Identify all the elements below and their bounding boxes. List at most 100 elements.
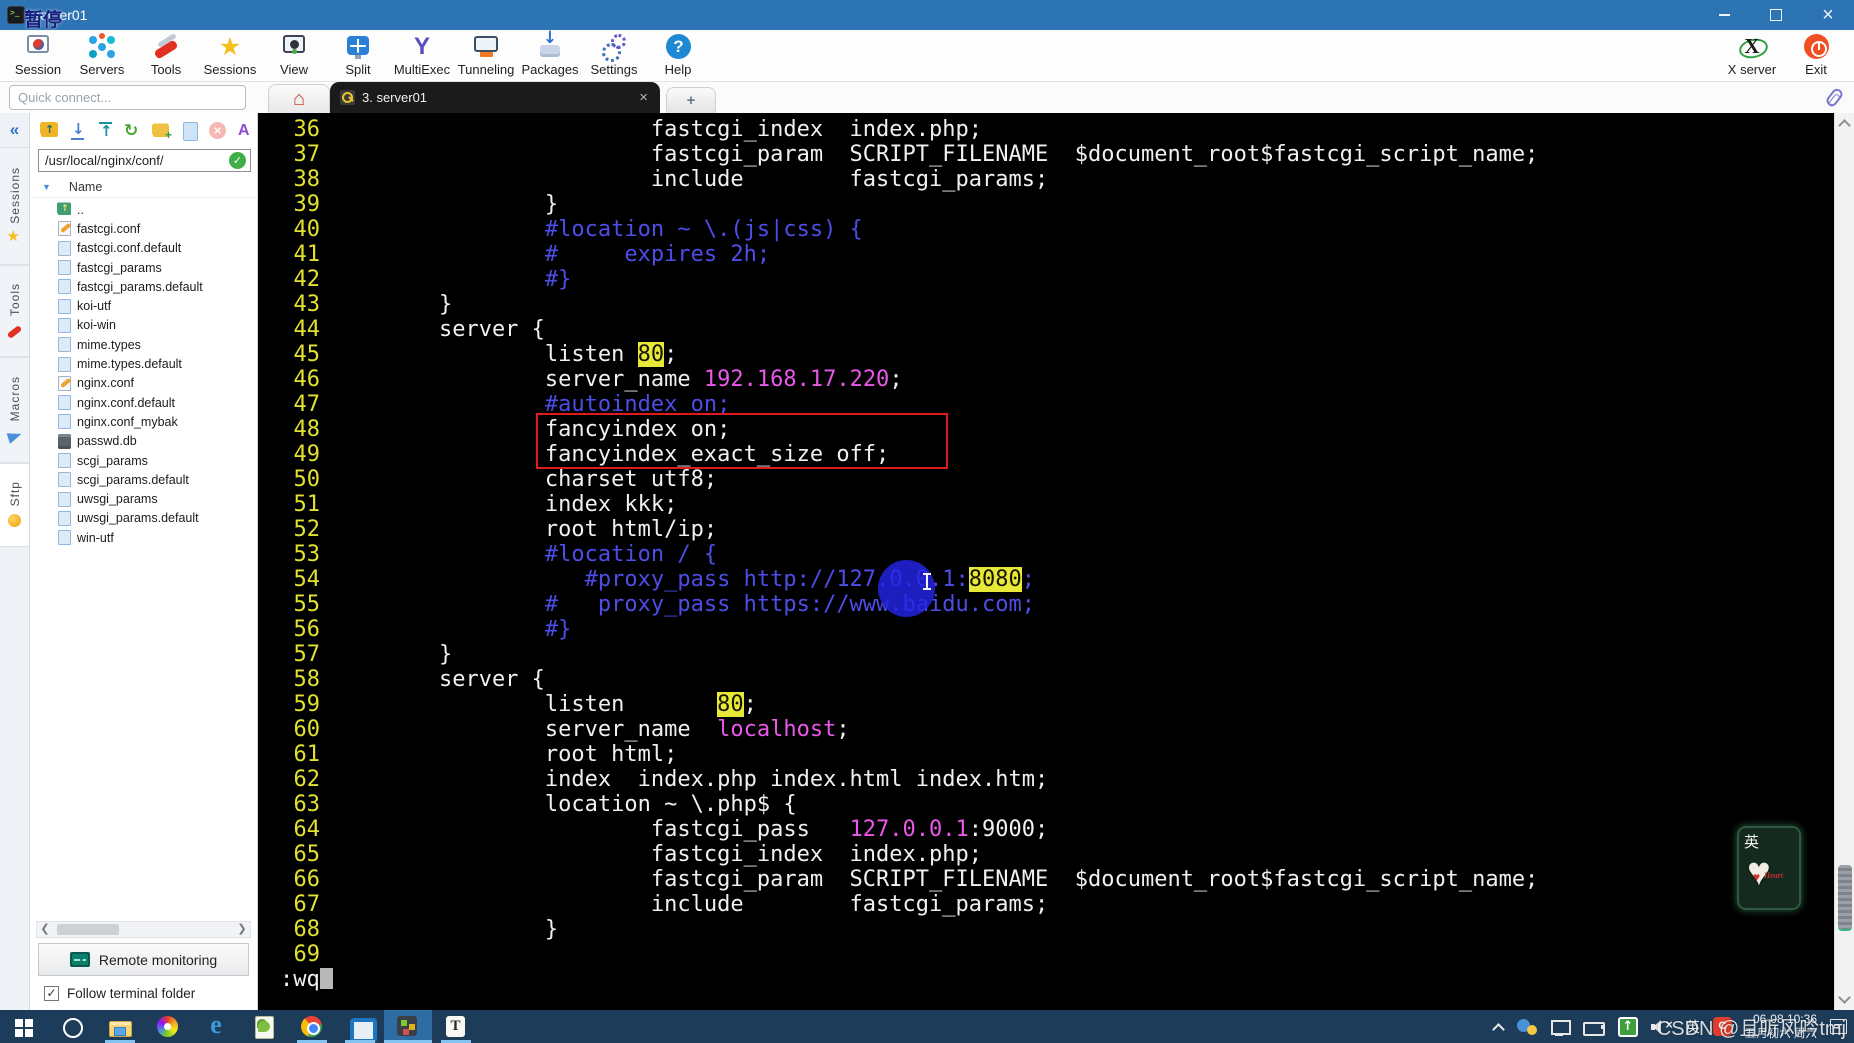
file-name: mime.types	[77, 337, 141, 352]
toolbar-button-packages[interactable]: Packages	[518, 30, 582, 81]
sub-bar: 3. server01 × +	[0, 82, 1854, 113]
file-item[interactable]: fastcgi.conf.default	[30, 239, 257, 258]
taskbar-app-moba[interactable]	[384, 1010, 432, 1043]
file-item[interactable]: koi-utf	[30, 296, 257, 315]
scrollbar-thumb[interactable]	[57, 924, 119, 935]
taskbar-app-edge[interactable]	[192, 1010, 240, 1043]
delete-icon[interactable]	[208, 121, 228, 141]
toolbar-button-tunneling[interactable]: Tunneling	[454, 30, 518, 81]
file-item[interactable]: fastcgi_params	[30, 258, 257, 277]
terminal-view[interactable]: 36 fastcgi_index index.php; 37 fastcgi_pa…	[258, 113, 1834, 1010]
home-tab[interactable]	[268, 84, 330, 113]
new-tab-button[interactable]: +	[666, 87, 716, 113]
ibeam-cursor	[923, 573, 931, 590]
file-item[interactable]: fastcgi.conf	[30, 219, 257, 238]
taskbar-app-typora[interactable]	[432, 1010, 480, 1043]
taskbar-app-vmware[interactable]	[336, 1010, 384, 1043]
battery-tray-icon[interactable]	[1582, 1020, 1605, 1036]
terminal-scrollbar[interactable]	[1834, 113, 1854, 1010]
toolbar-button-exit[interactable]: Exit	[1784, 30, 1848, 81]
line-number: 45	[293, 342, 321, 367]
maximize-button[interactable]	[1750, 0, 1802, 30]
terminal-line: 55 # proxy_pass https://www.baidu.com;	[280, 592, 1834, 617]
file-item[interactable]: nginx.conf.default	[30, 393, 257, 412]
scrollbar-thumb[interactable]	[1838, 865, 1852, 929]
toolbar-button-xserver[interactable]: X server	[1720, 30, 1784, 81]
refresh-icon[interactable]	[124, 121, 144, 141]
line-number: 62	[293, 767, 321, 792]
file-item[interactable]: ..	[30, 200, 257, 219]
chrome-icon	[300, 1015, 324, 1039]
file-item[interactable]: koi-win	[30, 316, 257, 335]
remote-monitoring-label: Remote monitoring	[98, 951, 218, 968]
title-bar[interactable]: server01	[0, 0, 1854, 30]
attachments-icon[interactable]	[1824, 86, 1845, 109]
taskbar-app-explorer[interactable]	[96, 1010, 144, 1043]
toolbar-button-sessions[interactable]: Sessions	[198, 30, 262, 81]
sidebar-tab-macros[interactable]: Macros	[0, 357, 29, 463]
line-number: 39	[293, 192, 321, 217]
upload-icon[interactable]	[96, 121, 116, 141]
toolbar-button-session[interactable]: Session	[6, 30, 70, 81]
fonts-icon[interactable]	[236, 121, 256, 141]
mini-heart-icon: ♥	[1753, 870, 1761, 884]
file-name: nginx.conf_mybak	[77, 414, 178, 429]
path-ok-icon[interactable]	[229, 152, 246, 169]
column-name-header[interactable]: Name	[69, 180, 102, 194]
taskbar-app-colorwheel[interactable]	[144, 1010, 192, 1043]
file-item[interactable]: uwsgi_params	[30, 489, 257, 508]
terminal-line: 63 location ~ \.php$ {	[280, 792, 1834, 817]
taskbar-app-start[interactable]	[0, 1010, 48, 1043]
close-button[interactable]	[1802, 0, 1854, 30]
horizontal-scrollbar[interactable]: ❮ ❯	[36, 921, 251, 938]
scroll-down-arrow[interactable]	[1838, 991, 1851, 1004]
file-item[interactable]: win-utf	[30, 528, 257, 547]
toolbar-button-servers[interactable]: Servers	[70, 30, 134, 81]
taskbar-app-cortana[interactable]	[48, 1010, 96, 1043]
sidebar-tab-sftp[interactable]: Sftp	[0, 463, 29, 547]
file-item[interactable]: passwd.db	[30, 432, 257, 451]
taskbar-app-npp[interactable]	[240, 1010, 288, 1043]
toolbar-button-help[interactable]: Help	[646, 30, 710, 81]
toolbar-button-tools[interactable]: Tools	[134, 30, 198, 81]
scroll-up-arrow[interactable]	[1838, 119, 1851, 132]
taskbar-app-chrome[interactable]	[288, 1010, 336, 1043]
file-item[interactable]: fastcgi_params.default	[30, 277, 257, 296]
file-item[interactable]: mime.types.default	[30, 354, 257, 373]
update-tray-icon[interactable]	[1617, 1016, 1638, 1037]
file-item[interactable]: nginx.conf_mybak	[30, 412, 257, 431]
messaging-tray-icon[interactable]	[1516, 1018, 1537, 1035]
sidebar-tab-tools[interactable]: Tools	[0, 265, 29, 357]
scroll-left-arrow[interactable]: ❮	[37, 922, 53, 937]
toolbar-button-settings[interactable]: Settings	[582, 30, 646, 81]
tray-expand-icon[interactable]	[1492, 1021, 1504, 1033]
new-folder-icon[interactable]	[152, 121, 172, 141]
folder-up-icon[interactable]	[40, 121, 60, 141]
remote-monitoring-button[interactable]: Remote monitoring	[38, 943, 249, 976]
toolbar-button-view[interactable]: View	[262, 30, 326, 81]
collapse-sidebar-button[interactable]: «	[0, 113, 29, 147]
file-edited-icon	[58, 375, 71, 391]
toolbar-label: Packages	[521, 62, 579, 77]
follow-terminal-folder-checkbox[interactable]	[44, 985, 59, 1001]
sidebar-tab-sessions[interactable]: Sessions	[0, 147, 29, 265]
sidebar-tab-label: Macros	[7, 376, 22, 422]
toolbar-button-multiexec[interactable]: MultiExec	[390, 30, 454, 81]
tab-close-icon[interactable]: ×	[579, 89, 648, 106]
minimize-button[interactable]	[1698, 0, 1750, 30]
download-icon[interactable]	[68, 121, 88, 141]
quick-connect-input[interactable]	[9, 85, 246, 110]
file-item[interactable]: mime.types	[30, 335, 257, 354]
tab-server01[interactable]: 3. server01 ×	[330, 82, 660, 113]
sort-arrow-icon[interactable]: ▼	[42, 182, 51, 192]
new-file-icon[interactable]	[180, 121, 200, 141]
file-item[interactable]: scgi_params	[30, 451, 257, 470]
path-input[interactable]	[38, 149, 251, 172]
display-tray-icon[interactable]	[1550, 1019, 1571, 1036]
file-item[interactable]: scgi_params.default	[30, 470, 257, 489]
scroll-right-arrow[interactable]: ❯	[234, 922, 250, 937]
file-item[interactable]: nginx.conf	[30, 374, 257, 393]
file-item[interactable]: uwsgi_params.default	[30, 509, 257, 528]
toolbar-button-split[interactable]: Split	[326, 30, 390, 81]
file-list-header[interactable]: ▼ Name	[30, 176, 257, 198]
